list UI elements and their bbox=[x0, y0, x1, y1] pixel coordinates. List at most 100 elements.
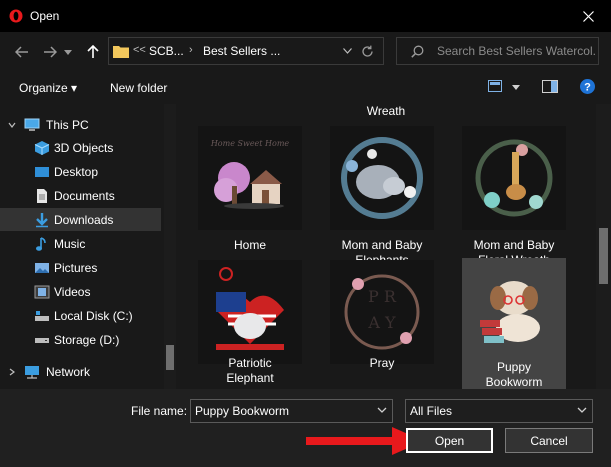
file-tile[interactable]: Patriotic Elephant bbox=[198, 260, 302, 389]
chevron-down-icon[interactable] bbox=[377, 405, 387, 415]
window-title: Open bbox=[30, 9, 60, 23]
sidebar-scrollbar-thumb[interactable] bbox=[166, 345, 174, 370]
breadcrumb-item[interactable]: Best Sellers ... bbox=[203, 44, 280, 58]
3d-objects-icon bbox=[34, 141, 50, 155]
sidebar-item-label: Downloads bbox=[54, 213, 114, 227]
sidebar-item-label: Network bbox=[46, 365, 91, 379]
close-button[interactable] bbox=[565, 0, 611, 32]
file-tile[interactable]: Home Sweet Home Home bbox=[198, 126, 302, 256]
computer-icon bbox=[24, 118, 40, 131]
sidebar-item-3d-objects[interactable]: 3D Objects bbox=[0, 136, 161, 159]
refresh-icon bbox=[361, 45, 373, 57]
search-box[interactable]: Search Best Sellers Watercol... bbox=[396, 37, 599, 65]
sidebar-item-storage[interactable]: Storage (D:) bbox=[0, 328, 161, 351]
forward-button[interactable] bbox=[40, 42, 60, 62]
search-input[interactable]: Search Best Sellers Watercol... bbox=[437, 44, 597, 58]
view-options-dropdown[interactable] bbox=[512, 85, 520, 90]
sidebar-item-label: 3D Objects bbox=[54, 141, 114, 155]
file-name-input[interactable]: Puppy Bookworm bbox=[190, 399, 393, 423]
sidebar-item-label: Desktop bbox=[54, 165, 99, 179]
command-toolbar: Organize ▾ New folder ? bbox=[0, 72, 611, 104]
chevron-right-icon bbox=[9, 368, 15, 376]
sidebar-item-label: Music bbox=[54, 237, 86, 251]
sidebar-item-network[interactable]: Network bbox=[0, 360, 161, 383]
folder-icon bbox=[113, 46, 129, 58]
file-name: Mom and Baby bbox=[473, 238, 555, 252]
partial-tile-caption[interactable]: Wreath bbox=[316, 104, 456, 118]
opera-browser-icon bbox=[9, 9, 23, 23]
breadcrumb-item[interactable]: SCB... bbox=[149, 44, 184, 58]
chevron-down-icon bbox=[512, 85, 520, 90]
file-tile[interactable]: Mom and Baby Elephants bbox=[330, 126, 434, 267]
sidebar-item-videos[interactable]: Videos bbox=[0, 280, 161, 303]
file-name-label: File name: bbox=[131, 404, 188, 418]
chevron-down-icon bbox=[8, 122, 16, 128]
svg-text:?: ? bbox=[584, 82, 591, 94]
storage-drive-icon bbox=[35, 338, 49, 343]
file-tile[interactable]: P R A Y Pray bbox=[330, 260, 434, 389]
file-list-scrollbar[interactable] bbox=[596, 104, 611, 389]
change-view-button[interactable] bbox=[488, 80, 502, 92]
navigation-pane: This PC 3D Objects Desktop Documents Dow… bbox=[0, 104, 176, 389]
sidebar-item-documents[interactable]: Documents bbox=[0, 184, 161, 207]
refresh-button[interactable] bbox=[359, 43, 375, 59]
file-name: Pray bbox=[369, 356, 395, 370]
image-thumbnail bbox=[462, 126, 566, 230]
sidebar-item-this-pc[interactable]: This PC bbox=[0, 113, 161, 136]
address-bar[interactable]: << SCB... › Best Sellers ... bbox=[108, 37, 384, 65]
sidebar-item-pictures[interactable]: Pictures bbox=[0, 256, 161, 279]
view-options-icon bbox=[488, 80, 502, 92]
breadcrumb-separator-icon: › bbox=[189, 44, 193, 56]
file-tile-selected[interactable]: Puppy Bookworm bbox=[462, 258, 566, 389]
cancel-button[interactable]: Cancel bbox=[505, 428, 593, 453]
file-name: Mom and Baby bbox=[341, 238, 423, 252]
file-list: Wreath Home Sweet Home Home Mom and Baby… bbox=[176, 104, 596, 389]
file-type-value: All Files bbox=[410, 404, 453, 418]
address-dropdown-button[interactable] bbox=[339, 43, 355, 59]
music-icon bbox=[36, 237, 46, 251]
file-list-scrollbar-thumb[interactable] bbox=[599, 228, 608, 284]
desktop-icon bbox=[35, 167, 49, 177]
arrow-left-icon bbox=[15, 46, 28, 58]
svg-text:P R: P R bbox=[368, 287, 397, 306]
preview-pane-button[interactable] bbox=[542, 80, 558, 93]
help-icon: ? bbox=[580, 79, 595, 94]
breadcrumb-overflow[interactable]: << bbox=[133, 44, 146, 56]
up-button[interactable] bbox=[83, 42, 103, 62]
recent-locations-button[interactable] bbox=[62, 42, 74, 62]
image-thumbnail: Home Sweet Home bbox=[198, 126, 302, 230]
file-name-line2: Bookworm bbox=[485, 375, 543, 389]
pictures-icon bbox=[35, 263, 49, 273]
sidebar-item-label: Pictures bbox=[54, 261, 98, 275]
arrow-right-icon bbox=[44, 46, 57, 58]
organize-menu[interactable]: Organize ▾ bbox=[19, 81, 77, 95]
title-bar: Open bbox=[0, 0, 611, 32]
file-tile[interactable]: Mom and Baby Floral Wreath bbox=[462, 126, 566, 267]
file-type-select[interactable]: All Files bbox=[405, 399, 593, 423]
sidebar-item-desktop[interactable]: Desktop bbox=[0, 160, 161, 183]
sidebar-item-label: Storage (D:) bbox=[54, 333, 120, 347]
sidebar-item-downloads[interactable]: Downloads bbox=[0, 208, 161, 231]
chevron-down-icon bbox=[342, 48, 352, 54]
file-name: Puppy bbox=[496, 360, 532, 374]
sidebar-item-label: Videos bbox=[54, 285, 91, 299]
file-name: Home bbox=[233, 238, 266, 252]
videos-icon bbox=[34, 285, 50, 299]
help-button[interactable]: ? bbox=[580, 79, 595, 94]
new-folder-button[interactable]: New folder bbox=[110, 81, 167, 95]
file-name-line2: Elephant bbox=[226, 371, 274, 385]
back-button[interactable] bbox=[12, 42, 32, 62]
documents-icon bbox=[37, 189, 47, 203]
file-name-value: Puppy Bookworm bbox=[195, 404, 290, 418]
sidebar-item-music[interactable]: Music bbox=[0, 232, 161, 255]
preview-pane-icon bbox=[542, 80, 558, 93]
file-name: Patriotic bbox=[228, 356, 272, 370]
svg-text:A Y: A Y bbox=[367, 313, 396, 332]
sidebar-scrollbar[interactable] bbox=[164, 104, 176, 389]
downloads-icon bbox=[36, 213, 48, 228]
arrow-up-icon bbox=[87, 45, 99, 58]
local-disk-icon bbox=[35, 311, 49, 321]
chevron-down-icon bbox=[64, 49, 72, 55]
open-button[interactable]: Open bbox=[406, 428, 493, 453]
sidebar-item-local-disk[interactable]: Local Disk (C:) bbox=[0, 304, 161, 327]
